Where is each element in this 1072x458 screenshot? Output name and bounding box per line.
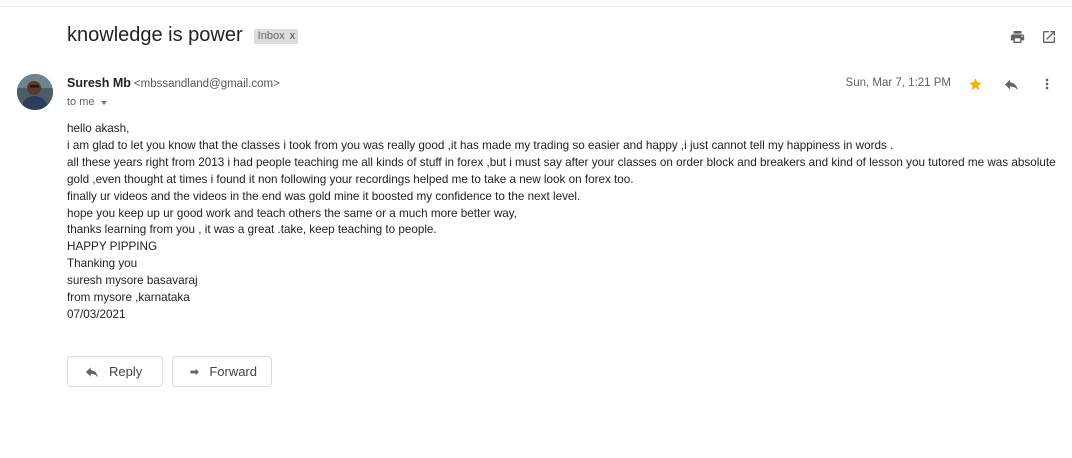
- forward-button-label: Forward: [209, 364, 257, 379]
- message-body: hello akash, i am glad to let you know t…: [67, 121, 1056, 324]
- message-date: Sun, Mar 7, 1:21 PM: [845, 77, 951, 89]
- sender-avatar[interactable]: [17, 74, 53, 110]
- reply-button-label: Reply: [109, 364, 143, 379]
- more-vert-icon[interactable]: [1035, 75, 1059, 93]
- recipient-label: to me: [67, 96, 95, 108]
- body-line: finally ur videos and the videos in the …: [67, 189, 581, 203]
- body-line: i am glad to let you know that the class…: [67, 138, 894, 152]
- reply-button[interactable]: Reply: [67, 356, 163, 387]
- recipient-details-toggle[interactable]: to me: [67, 96, 107, 108]
- inbox-label-chip[interactable]: Inbox x: [253, 28, 299, 44]
- reply-icon: [86, 366, 98, 377]
- reply-icon[interactable]: [999, 75, 1023, 93]
- body-line: HAPPY PIPPING: [67, 240, 158, 254]
- forward-button[interactable]: Forward: [172, 356, 272, 387]
- chevron-down-icon: [100, 101, 107, 105]
- sender-email: <mbssandland@gmail.com>: [133, 78, 280, 90]
- top-divider: [0, 0, 1072, 7]
- open-in-new-window-icon[interactable]: [1040, 28, 1058, 46]
- body-line: 07/03/2021: [67, 307, 126, 321]
- message-actions: [963, 75, 1059, 93]
- body-line: from mysore ,karnataka: [67, 291, 190, 305]
- body-line: Thanking you: [67, 257, 138, 271]
- body-line: all these years right from 2013 i had pe…: [67, 155, 1056, 169]
- body-line: gold ,even thought at times i found it n…: [67, 172, 634, 186]
- remove-label-button[interactable]: x: [290, 30, 296, 42]
- label-name: Inbox: [257, 29, 285, 42]
- body-line: thanks learning from you , it was a grea…: [67, 223, 437, 237]
- body-line: hello akash,: [67, 122, 130, 135]
- sender-name[interactable]: Suresh Mb: [67, 76, 131, 90]
- reply-actions: Reply Forward: [67, 356, 272, 387]
- body-line: suresh mysore basavaraj: [67, 274, 198, 288]
- body-line: hope you keep up ur good work and teach …: [67, 206, 518, 220]
- forward-icon: [190, 368, 199, 375]
- star-icon[interactable]: [963, 75, 987, 93]
- sender-line: Suresh Mb <mbssandland@gmail.com>: [67, 76, 280, 90]
- email-subject: knowledge is power: [67, 24, 243, 46]
- subject-row: knowledge is power Inbox x: [67, 24, 299, 47]
- print-icon[interactable]: [1008, 28, 1026, 46]
- thread-toolbar: [1008, 28, 1058, 46]
